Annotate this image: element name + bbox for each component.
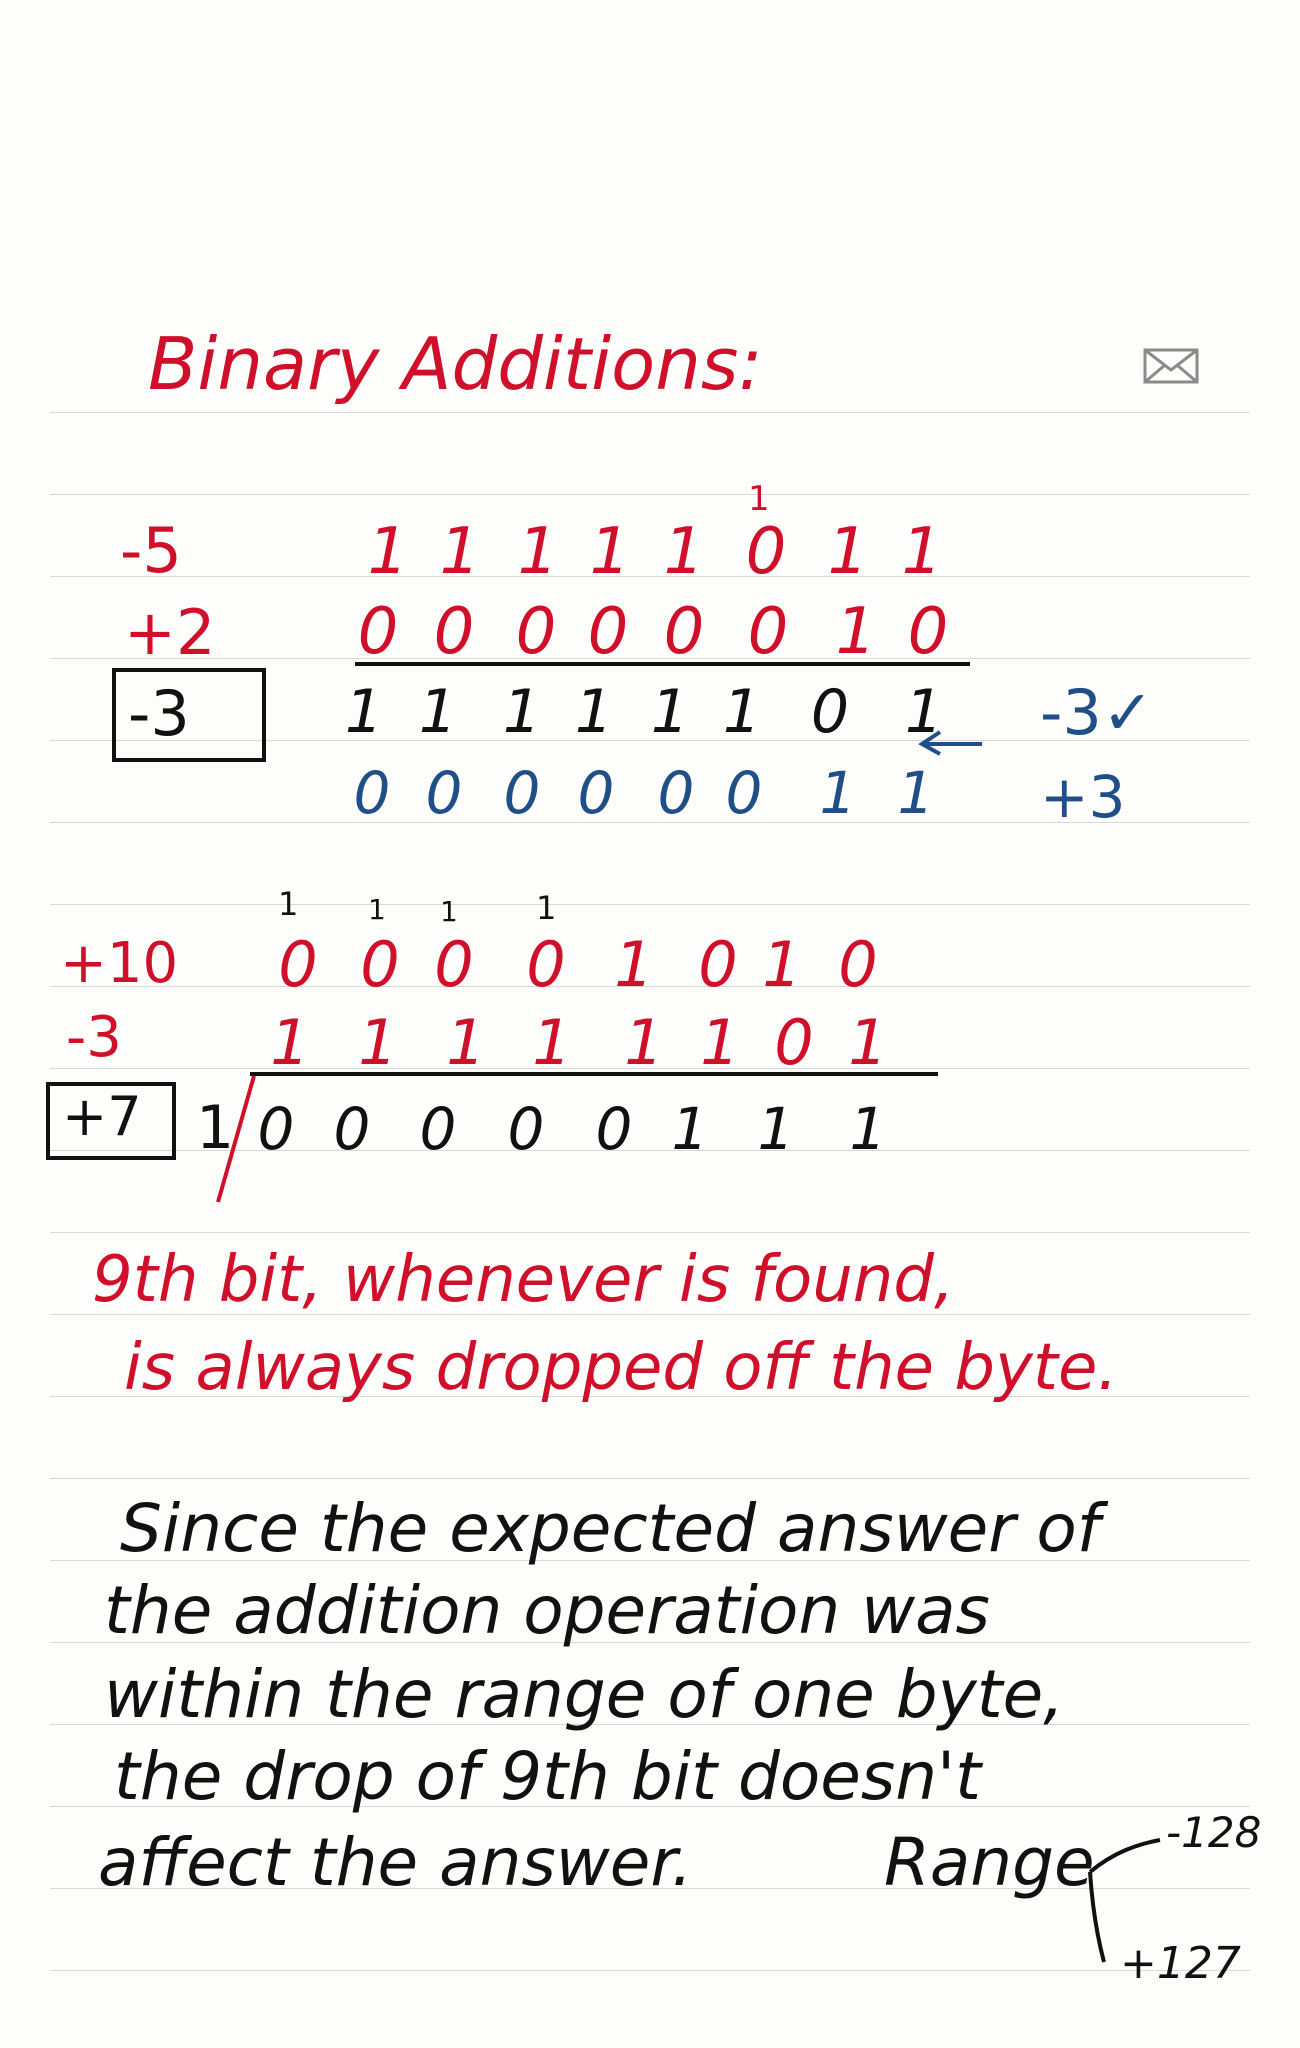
bit: 1	[700, 1006, 740, 1079]
bit: 1	[574, 677, 614, 747]
operand-a-label: -5	[120, 514, 182, 587]
bit: 1	[663, 515, 705, 589]
bit: 0	[434, 928, 474, 1001]
bit: 0	[503, 759, 541, 827]
bit: 0	[419, 1095, 457, 1163]
bit: 1	[762, 928, 802, 1001]
bit: 0	[433, 595, 475, 669]
bit: 1	[502, 677, 542, 747]
paragraph-line-5: affect the answer.	[98, 1824, 693, 1901]
paragraph-line-2: the addition operation was	[104, 1572, 990, 1649]
note-line-1: 9th bit, whenever is found,	[92, 1243, 955, 1317]
rule-line	[50, 658, 1250, 659]
carry-mark: 1	[748, 479, 770, 519]
bit: 0	[774, 1006, 814, 1079]
paragraph-line-4: the drop of 9th bit doesn't	[114, 1738, 982, 1815]
bit: 0	[698, 928, 738, 1001]
result-label: -3	[128, 677, 190, 750]
bit: 1	[671, 1095, 709, 1163]
range-max: +127	[1120, 1938, 1241, 1989]
bit: 1	[270, 1006, 310, 1079]
bit: 0	[278, 928, 318, 1001]
bit: 0	[425, 759, 463, 827]
rule-line	[50, 1970, 1250, 1971]
bit: 0	[587, 595, 629, 669]
envelope-icon[interactable]	[1143, 348, 1199, 384]
rule-line	[50, 904, 1250, 905]
arrow-left-icon	[918, 730, 982, 756]
note-line-2: is always dropped off the byte.	[124, 1331, 1118, 1405]
operand-b-label: +2	[124, 596, 216, 669]
bit: 1	[614, 928, 654, 1001]
rule-line	[50, 412, 1250, 413]
sum-line	[250, 1072, 938, 1076]
paragraph-line-1: Since the expected answer of	[120, 1490, 1101, 1567]
bit: 1	[849, 1095, 887, 1163]
bit: 1	[344, 677, 384, 747]
bit: 0	[577, 759, 615, 827]
bit: 0	[745, 515, 787, 589]
page-title: Binary Additions:	[148, 322, 763, 406]
bit: 1	[589, 515, 631, 589]
bit: 0	[747, 595, 789, 669]
bit: 1	[517, 515, 559, 589]
bit: 0	[353, 759, 391, 827]
bit: 0	[838, 928, 878, 1001]
complement-label: +3	[1040, 763, 1126, 831]
rule-line	[50, 576, 1250, 577]
range-label: Range	[884, 1824, 1095, 1901]
operand-b-label: -3	[66, 1005, 122, 1070]
rule-line	[50, 1478, 1250, 1479]
bit: 0	[357, 595, 399, 669]
result-label: +7	[62, 1085, 142, 1148]
bit: 1	[819, 759, 857, 827]
bit: 0	[810, 677, 850, 747]
result-check: -3✓	[1040, 676, 1154, 749]
sum-line	[355, 662, 970, 666]
bit: 1	[650, 677, 690, 747]
bit: 0	[507, 1095, 545, 1163]
bit: 1	[439, 515, 481, 589]
bit: 1	[848, 1006, 888, 1079]
bit: 0	[907, 595, 949, 669]
bit: 1	[722, 677, 762, 747]
bit: 1	[446, 1006, 486, 1079]
bit: 1	[624, 1006, 664, 1079]
rule-line	[50, 494, 1250, 495]
bit: 0	[657, 759, 695, 827]
bit: 1	[835, 595, 877, 669]
bit: 1	[358, 1006, 398, 1079]
bit: 0	[526, 928, 566, 1001]
bit: 1	[897, 759, 935, 827]
range-min: -128	[1166, 1808, 1262, 1857]
bit: 0	[257, 1095, 295, 1163]
carry-mark: 1	[440, 895, 458, 928]
bit: 0	[595, 1095, 633, 1163]
bit: 0	[725, 759, 763, 827]
carry-mark: 1	[278, 885, 299, 923]
bit: 0	[360, 928, 400, 1001]
rule-line	[50, 1232, 1250, 1233]
bit: 0	[333, 1095, 371, 1163]
operand-a-label: +10	[60, 931, 179, 996]
bit: 1	[757, 1095, 795, 1163]
bit: 1	[532, 1006, 572, 1079]
bit: 0	[515, 595, 557, 669]
bit: 0	[663, 595, 705, 669]
carry-mark: 1	[536, 889, 557, 927]
bit: 1	[367, 515, 409, 589]
paragraph-line-3: within the range of one byte,	[104, 1656, 1065, 1733]
bit: 1	[901, 515, 943, 589]
carry-mark: 1	[368, 893, 386, 926]
bit: 1	[418, 677, 458, 747]
bit: 1	[827, 515, 869, 589]
